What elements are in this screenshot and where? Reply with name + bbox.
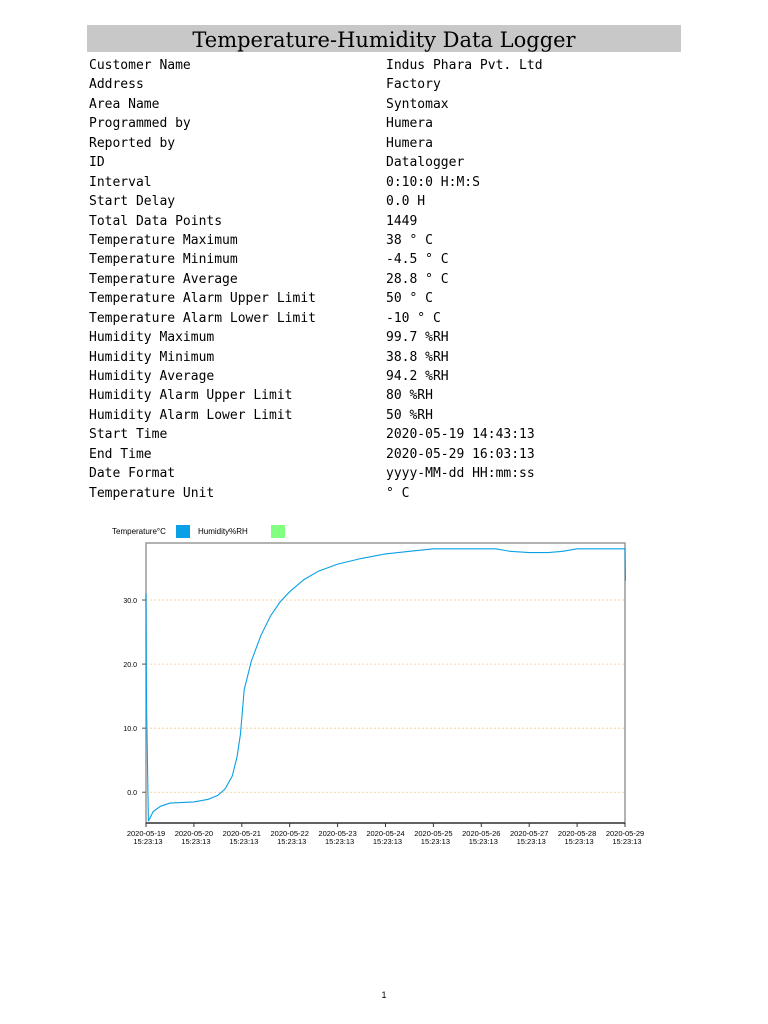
info-row: Temperature Average 28.8 ° C (89, 270, 689, 289)
info-row: Temperature Unit ° C (89, 484, 689, 503)
y-tick-label: 20.0 (123, 662, 137, 669)
info-value: 99.7 %RH (386, 330, 449, 346)
info-label: Humidity Average (89, 369, 215, 384)
info-row: ID Datalogger (89, 153, 689, 172)
info-row: Address Factory (89, 75, 689, 94)
info-value: -10 ° C (386, 310, 441, 326)
info-value: 1449 (386, 213, 418, 229)
x-tick-label: 15:23:13 (181, 837, 210, 846)
info-row: Customer Name Indus Phara Pvt. Ltd (89, 56, 689, 75)
x-tick-label: 15:23:13 (564, 837, 593, 846)
info-row: Start Delay 0.0 H (89, 192, 689, 211)
info-value: yyyy-MM-dd HH:mm:ss (386, 466, 535, 482)
info-row: End Time 2020-05-29 16:03:13 (89, 445, 689, 464)
info-row: Humidity Maximum 99.7 %RH (89, 328, 689, 347)
info-value: Humera (386, 116, 433, 132)
info-row: Humidity Average 94.2 %RH (89, 367, 689, 386)
info-label: Area Name (89, 96, 160, 112)
info-label: Total Data Points (89, 213, 223, 229)
legend-label: Temperature°C (112, 527, 166, 536)
y-tick-label: 10.0 (123, 726, 137, 733)
info-value: Factory (386, 77, 441, 93)
info-table: Customer Name Indus Phara Pvt. Ltd Address… (89, 56, 689, 503)
info-value: 50 ° C (386, 291, 433, 307)
x-tick-label: 15:23:13 (133, 837, 162, 846)
info-label: Humidity Alarm Lower Limit (89, 407, 293, 423)
info-value: 0:10:0 H:M:S (386, 174, 480, 190)
info-label: End Time (89, 446, 152, 462)
info-label: Temperature Alarm Lower Limit (89, 310, 316, 326)
x-tick-label: 15:23:13 (517, 837, 546, 846)
info-value: 2020-05-19 14:43:13 (386, 427, 535, 443)
info-value: 50 %RH (386, 407, 433, 423)
info-label: Temperature Unit (89, 485, 215, 501)
info-row: Reported by Humera (89, 134, 689, 153)
x-tick-label: 15:23:13 (469, 837, 498, 846)
info-row: Programmed by Humera (89, 114, 689, 133)
info-row: Temperature Minimum -4.5 ° C (89, 250, 689, 269)
plot-area (145, 542, 626, 824)
info-row: Interval 0:10:0 H:M:S (89, 173, 689, 192)
info-row: Area Name Syntomax (89, 95, 689, 114)
info-value: 80 %RH (386, 388, 433, 404)
info-value: Syntomax (386, 96, 449, 112)
y-tick-label: 0.0 (127, 790, 137, 797)
info-value: 28.8 ° C (386, 271, 449, 287)
info-label: Address (89, 77, 144, 93)
info-value: ° C (386, 485, 410, 501)
info-value: 38 ° C (386, 232, 433, 248)
x-tick-label: 15:23:13 (373, 837, 402, 846)
info-label: Temperature Average (89, 271, 238, 287)
info-label: Humidity Maximum (89, 330, 215, 346)
x-tick-label: 15:23:13 (277, 837, 306, 846)
info-label: Programmed by (89, 116, 191, 132)
info-label: Humidity Minimum (89, 349, 215, 365)
info-row: Start Time 2020-05-19 14:43:13 (89, 425, 689, 444)
info-label: Reported by (89, 135, 176, 151)
x-tick-label: 15:23:13 (229, 837, 258, 846)
page-title: Temperature-Humidity Data Logger (87, 25, 681, 52)
info-label: Temperature Minimum (89, 252, 238, 268)
temperature-chart: Temperature°C Humidity%RH0.010.020.030.02… (112, 525, 644, 846)
legend-swatch (271, 525, 285, 538)
info-row: Date Format yyyy-MM-dd HH:mm:ss (89, 464, 689, 483)
info-value: 94.2 %RH (386, 369, 449, 384)
info-row: Temperature Maximum 38 ° C (89, 231, 689, 250)
info-label: Start Time (89, 427, 168, 443)
x-tick-label: 15:23:13 (612, 837, 641, 846)
y-tick-label: 30.0 (123, 598, 137, 605)
info-value: Humera (386, 135, 433, 151)
info-row: Humidity Minimum 38.8 %RH (89, 348, 689, 367)
info-row: Total Data Points 1449 (89, 212, 689, 231)
info-value: Datalogger (386, 155, 465, 171)
info-label: Interval (89, 174, 152, 190)
x-tick-label: 15:23:13 (325, 837, 354, 846)
info-value: 2020-05-29 16:03:13 (386, 446, 535, 462)
info-row: Temperature Alarm Lower Limit -10 ° C (89, 309, 689, 328)
legend-label: Humidity%RH (198, 527, 248, 536)
page-number: 1 (381, 990, 387, 1000)
info-label: Temperature Alarm Upper Limit (89, 291, 316, 307)
info-row: Temperature Alarm Upper Limit 50 ° C (89, 289, 689, 308)
info-label: Humidity Alarm Upper Limit (89, 388, 293, 404)
info-label: Start Delay (89, 194, 176, 210)
info-value: 38.8 %RH (386, 349, 449, 365)
info-label: Date Format (89, 466, 176, 482)
x-tick-label: 15:23:13 (421, 837, 450, 846)
info-row: Humidity Alarm Upper Limit 80 %RH (89, 386, 689, 405)
series-line-temperature (145, 548, 627, 822)
info-row: Humidity Alarm Lower Limit 50 %RH (89, 406, 689, 425)
info-value: 0.0 H (386, 194, 426, 210)
info-value: -4.5 ° C (386, 252, 449, 268)
info-label: ID (89, 155, 105, 171)
info-value: Indus Phara Pvt. Ltd (386, 58, 543, 73)
info-label: Temperature Maximum (89, 232, 238, 248)
info-label: Customer Name (89, 58, 191, 73)
legend-swatch (176, 525, 190, 538)
